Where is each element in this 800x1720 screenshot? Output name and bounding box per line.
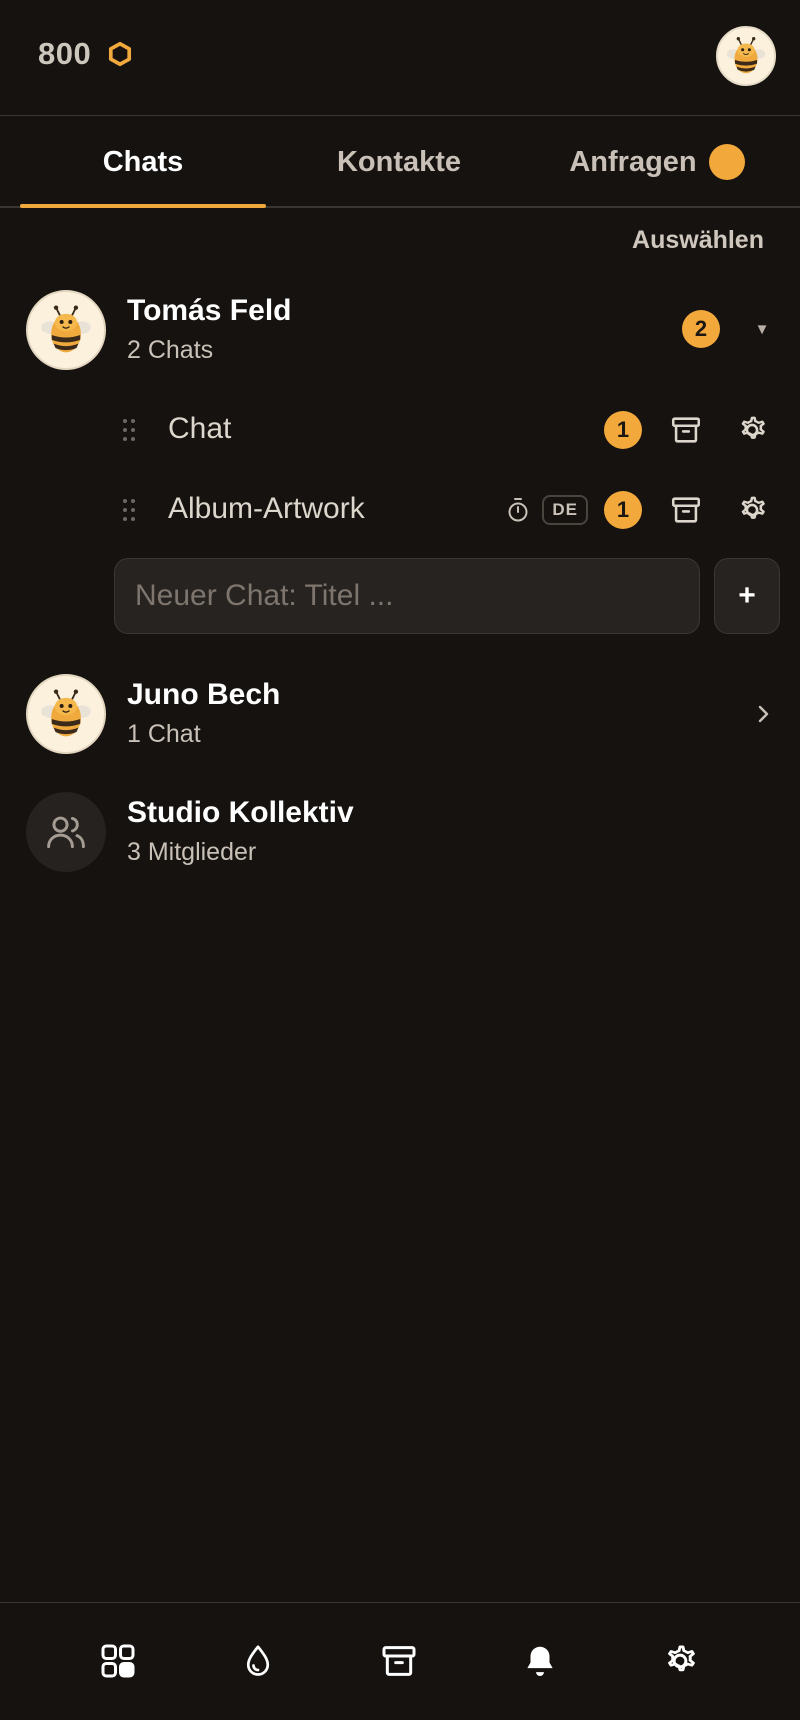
chat-row[interactable]: Album-Artwork DE 1 xyxy=(110,482,800,538)
tab-kontakte-label: Kontakte xyxy=(336,145,462,178)
contact-row-tomas-feld[interactable]: Tomás Feld 2 Chats 2 ▼ xyxy=(0,290,800,374)
bell-icon xyxy=(527,1646,553,1677)
chat-title: Chat xyxy=(168,412,232,445)
contact-name: Studio Kollektiv xyxy=(127,796,354,829)
tab-chats[interactable]: Chats xyxy=(20,116,266,208)
tab-bar: Chats Kontakte Anfragen xyxy=(0,116,800,208)
hexagon-coin-icon xyxy=(109,41,132,67)
new-chat-title-input[interactable] xyxy=(114,558,700,634)
chat-actions: 1 xyxy=(604,408,774,452)
chat-actions: DE 1 xyxy=(506,488,774,532)
chat-settings-button[interactable] xyxy=(730,488,774,532)
top-bar: 800 xyxy=(0,0,800,116)
grid-icon xyxy=(101,1644,135,1678)
avatar xyxy=(26,674,106,754)
contact-row-juno-bech[interactable]: Juno Bech 1 Chat xyxy=(0,674,800,758)
unread-badge: 2 xyxy=(682,310,720,348)
nav-notifications-button[interactable] xyxy=(510,1631,570,1691)
language-tag: DE xyxy=(542,495,588,525)
users-icon xyxy=(47,816,85,849)
drag-handle-icon[interactable] xyxy=(122,418,136,442)
gear-icon xyxy=(733,491,771,529)
nav-grid-button[interactable] xyxy=(88,1631,148,1691)
unread-badge: 1 xyxy=(604,491,642,529)
contact-chat-count: 1 Chat xyxy=(127,720,201,748)
avatar xyxy=(26,290,106,370)
nav-archive-button[interactable] xyxy=(369,1631,429,1691)
archive-icon xyxy=(669,493,703,527)
archive-button[interactable] xyxy=(664,488,708,532)
nav-settings-button[interactable] xyxy=(650,1631,710,1691)
profile-avatar-button[interactable] xyxy=(716,26,776,86)
chat-row[interactable]: Chat 1 xyxy=(110,402,800,458)
bee-avatar-icon xyxy=(35,683,97,745)
credits-value: 800 xyxy=(38,36,92,71)
archive-icon xyxy=(669,413,703,447)
group-avatar xyxy=(26,792,106,872)
add-chat-button[interactable]: + xyxy=(714,558,780,634)
gear-icon xyxy=(733,411,771,449)
chevron-right-icon xyxy=(758,705,769,723)
caret-down-icon[interactable]: ▼ xyxy=(752,310,772,348)
nav-drop-button[interactable] xyxy=(228,1631,288,1691)
member-count: 3 Mitglieder xyxy=(127,838,257,866)
chat-settings-button[interactable] xyxy=(730,408,774,452)
notification-dot xyxy=(708,144,745,180)
select-button[interactable]: Auswählen xyxy=(632,226,764,255)
bee-avatar-icon xyxy=(35,299,97,361)
archive-button[interactable] xyxy=(664,408,708,452)
tab-chats-label: Chats xyxy=(102,145,184,178)
tab-anfragen[interactable]: Anfragen xyxy=(532,116,782,208)
bee-avatar-icon xyxy=(722,32,770,80)
contact-name: Juno Bech xyxy=(127,678,281,711)
contact-chat-count: 2 Chats xyxy=(127,336,214,364)
tab-kontakte[interactable]: Kontakte xyxy=(276,116,522,208)
unread-badge: 1 xyxy=(604,411,642,449)
bottom-navigation xyxy=(0,1602,800,1720)
drag-handle-icon[interactable] xyxy=(122,498,136,522)
tab-anfragen-label: Anfragen xyxy=(569,145,697,178)
contact-row-studio-kollektiv[interactable]: Studio Kollektiv 3 Mitglieder xyxy=(0,792,800,876)
contact-name: Tomás Feld xyxy=(127,294,292,327)
drop-icon xyxy=(246,1645,270,1676)
settings-icon xyxy=(658,1639,702,1683)
timer-icon xyxy=(508,498,528,522)
chat-title: Album-Artwork xyxy=(168,492,365,525)
archive-icon xyxy=(379,1641,419,1681)
active-tab-indicator xyxy=(20,204,266,208)
credits-display: 800 xyxy=(38,36,133,72)
